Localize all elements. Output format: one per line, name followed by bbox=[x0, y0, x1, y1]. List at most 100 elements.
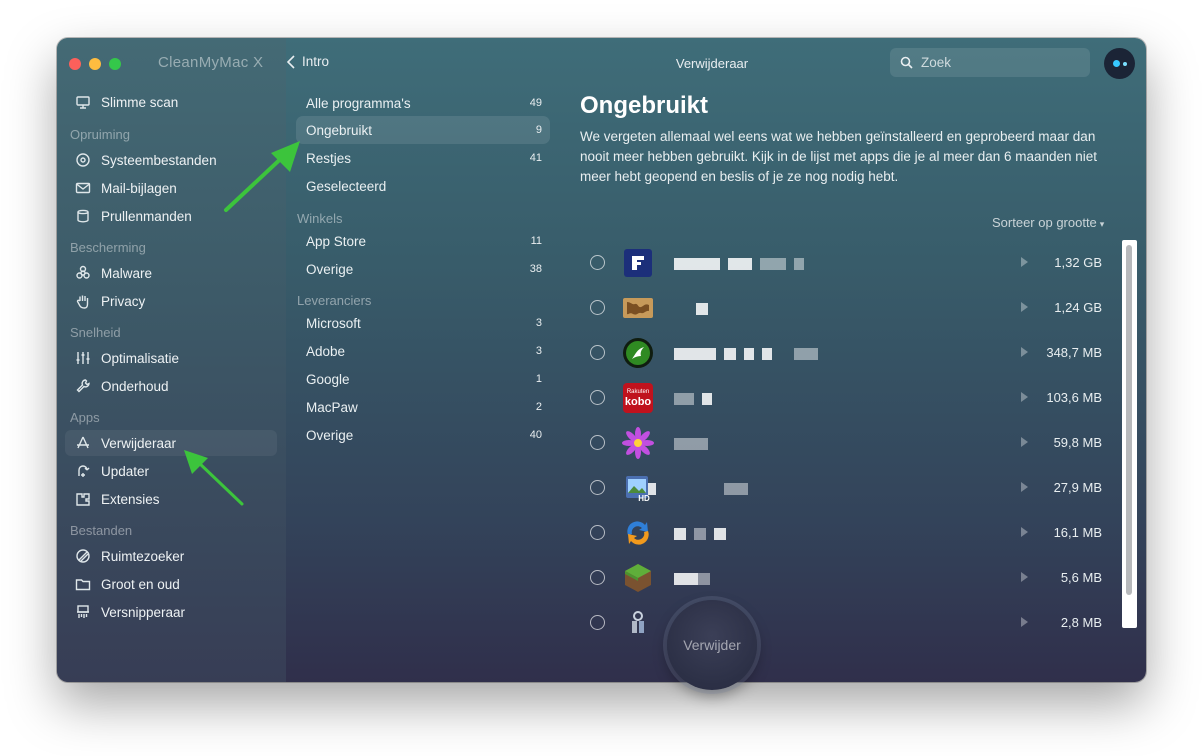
filter-other-stores[interactable]: Overige 38 bbox=[296, 255, 550, 283]
count-badge: 3 bbox=[535, 317, 542, 329]
search-field[interactable]: Zoek bbox=[890, 48, 1090, 77]
list-item[interactable]: 1,32 GB bbox=[580, 238, 1125, 283]
sidebar-item-extensions[interactable]: Extensies bbox=[65, 486, 277, 512]
filter-column: Alle programma's 49 Ongebruikt 9 Restjes… bbox=[286, 38, 557, 682]
section-header-files: Bestanden bbox=[70, 523, 133, 538]
filter-selected[interactable]: Geselecteerd bbox=[296, 172, 550, 200]
count-badge: 41 bbox=[529, 152, 542, 164]
mail-icon bbox=[65, 180, 95, 196]
app-size: 1,24 GB bbox=[1054, 300, 1102, 315]
scrollbar-thumb[interactable] bbox=[1126, 245, 1132, 595]
section-header-speed: Snelheid bbox=[70, 325, 121, 340]
caret-down-icon: ▾ bbox=[1099, 219, 1105, 229]
select-radio[interactable] bbox=[590, 390, 605, 405]
sliders-icon bbox=[65, 350, 95, 366]
hand-icon bbox=[65, 293, 95, 309]
list-item[interactable]: 348,7 MB bbox=[580, 328, 1125, 373]
app-size: 27,9 MB bbox=[1053, 480, 1102, 495]
extensions-icon bbox=[65, 491, 95, 507]
blurred-app-name bbox=[674, 258, 804, 270]
list-item[interactable]: 5,6 MB bbox=[580, 553, 1125, 598]
filter-macpaw[interactable]: MacPaw 2 bbox=[296, 393, 550, 421]
minimize-window-button[interactable] bbox=[89, 58, 101, 70]
select-radio[interactable] bbox=[590, 480, 605, 495]
section-header-stores: Winkels bbox=[297, 211, 343, 226]
gecko-icon bbox=[622, 337, 654, 369]
svg-text:Rakuten: Rakuten bbox=[627, 389, 649, 395]
smart-scan-icon bbox=[65, 94, 95, 110]
count-badge: 11 bbox=[530, 235, 542, 247]
updater-icon bbox=[65, 463, 95, 479]
page-description: We vergeten allemaal wel eens wat we heb… bbox=[580, 129, 1098, 184]
system-junk-icon bbox=[65, 152, 95, 168]
sidebar-item-space-lens[interactable]: Ruimtezoeker bbox=[65, 543, 277, 569]
sidebar-item-smart-scan[interactable]: Slimme scan bbox=[65, 89, 277, 115]
sidebar-item-shredder[interactable]: Versnipperaar bbox=[65, 599, 277, 625]
sidebar-item-updater[interactable]: Updater bbox=[65, 458, 277, 484]
kobo-icon: Rakuten kobo bbox=[622, 382, 654, 414]
sidebar-item-large-old[interactable]: Groot en oud bbox=[65, 571, 277, 597]
sidebar-item-privacy[interactable]: Privacy bbox=[65, 288, 277, 314]
filter-microsoft[interactable]: Microsoft 3 bbox=[296, 309, 550, 337]
sidebar-item-optimization[interactable]: Optimalisatie bbox=[65, 345, 277, 371]
trash-icon bbox=[65, 208, 95, 224]
select-radio[interactable] bbox=[590, 345, 605, 360]
page-title: Ongebruikt bbox=[580, 92, 709, 119]
shredder-icon bbox=[65, 604, 95, 620]
list-item[interactable]: 2,8 MB bbox=[580, 598, 1125, 633]
blurred-app-name bbox=[648, 483, 748, 495]
world-map-icon bbox=[622, 292, 654, 324]
search-icon bbox=[900, 56, 913, 69]
select-radio[interactable] bbox=[590, 525, 605, 540]
select-radio[interactable] bbox=[590, 255, 605, 270]
sort-dropdown[interactable]: Sorteer op grootte ▾ bbox=[992, 215, 1104, 230]
section-header-apps: Apps bbox=[70, 410, 100, 425]
back-button[interactable]: Intro bbox=[286, 54, 329, 69]
app-size: 16,1 MB bbox=[1053, 525, 1102, 540]
list-item[interactable]: 1,24 GB bbox=[580, 283, 1125, 328]
app-size: 5,6 MB bbox=[1060, 570, 1102, 585]
sidebar-item-malware[interactable]: Malware bbox=[65, 260, 277, 286]
filter-leftovers[interactable]: Restjes 41 bbox=[296, 144, 550, 172]
scrollbar[interactable] bbox=[1122, 240, 1137, 628]
filter-other-vendors[interactable]: Overige 40 bbox=[296, 421, 550, 449]
sidebar-item-uninstaller[interactable]: Verwijderaar bbox=[65, 430, 277, 456]
filter-google[interactable]: Google 1 bbox=[296, 365, 550, 393]
filter-unused[interactable]: Ongebruikt 9 bbox=[296, 116, 550, 144]
assistant-dot-small-icon bbox=[1122, 61, 1127, 66]
window-controls bbox=[69, 58, 121, 70]
svg-text:HD: HD bbox=[638, 494, 650, 503]
select-radio[interactable] bbox=[590, 615, 605, 630]
list-item[interactable]: 59,8 MB bbox=[580, 418, 1125, 463]
select-radio[interactable] bbox=[590, 435, 605, 450]
remove-button[interactable]: Verwijder bbox=[667, 600, 757, 690]
blurred-app-name bbox=[674, 528, 726, 540]
close-window-button[interactable] bbox=[69, 58, 81, 70]
filter-app-store[interactable]: App Store 11 bbox=[296, 227, 550, 255]
app-size: 1,32 GB bbox=[1054, 255, 1102, 270]
sidebar-item-maintenance[interactable]: Onderhoud bbox=[65, 373, 277, 399]
assistant-button[interactable] bbox=[1104, 48, 1135, 79]
list-item[interactable]: HD 27,9 MB bbox=[580, 463, 1125, 508]
sidebar-item-system-junk[interactable]: Systeembestanden bbox=[65, 147, 277, 173]
grass-block-icon bbox=[622, 562, 654, 594]
sidebar-item-trash-bins[interactable]: Prullenmanden bbox=[65, 203, 277, 229]
select-radio[interactable] bbox=[590, 300, 605, 315]
count-badge: 2 bbox=[535, 401, 542, 413]
sidebar-item-mail-attachments[interactable]: Mail-bijlagen bbox=[65, 175, 277, 201]
flower-icon bbox=[622, 427, 654, 459]
space-lens-icon bbox=[65, 548, 95, 564]
blue-app-icon bbox=[622, 247, 654, 279]
count-badge: 1 bbox=[535, 373, 542, 385]
blurred-app-name bbox=[674, 438, 708, 450]
zoom-window-button[interactable] bbox=[109, 58, 121, 70]
list-item[interactable]: 16,1 MB bbox=[580, 508, 1125, 553]
folder-icon bbox=[65, 576, 95, 592]
select-radio[interactable] bbox=[590, 570, 605, 585]
filter-adobe[interactable]: Adobe 3 bbox=[296, 337, 550, 365]
filter-all-apps[interactable]: Alle programma's 49 bbox=[296, 89, 550, 117]
list-item[interactable]: Rakuten kobo 103,6 MB bbox=[580, 373, 1125, 418]
section-header-vendors: Leveranciers bbox=[297, 293, 372, 308]
count-badge: 49 bbox=[529, 97, 542, 109]
count-badge: 40 bbox=[529, 429, 542, 441]
